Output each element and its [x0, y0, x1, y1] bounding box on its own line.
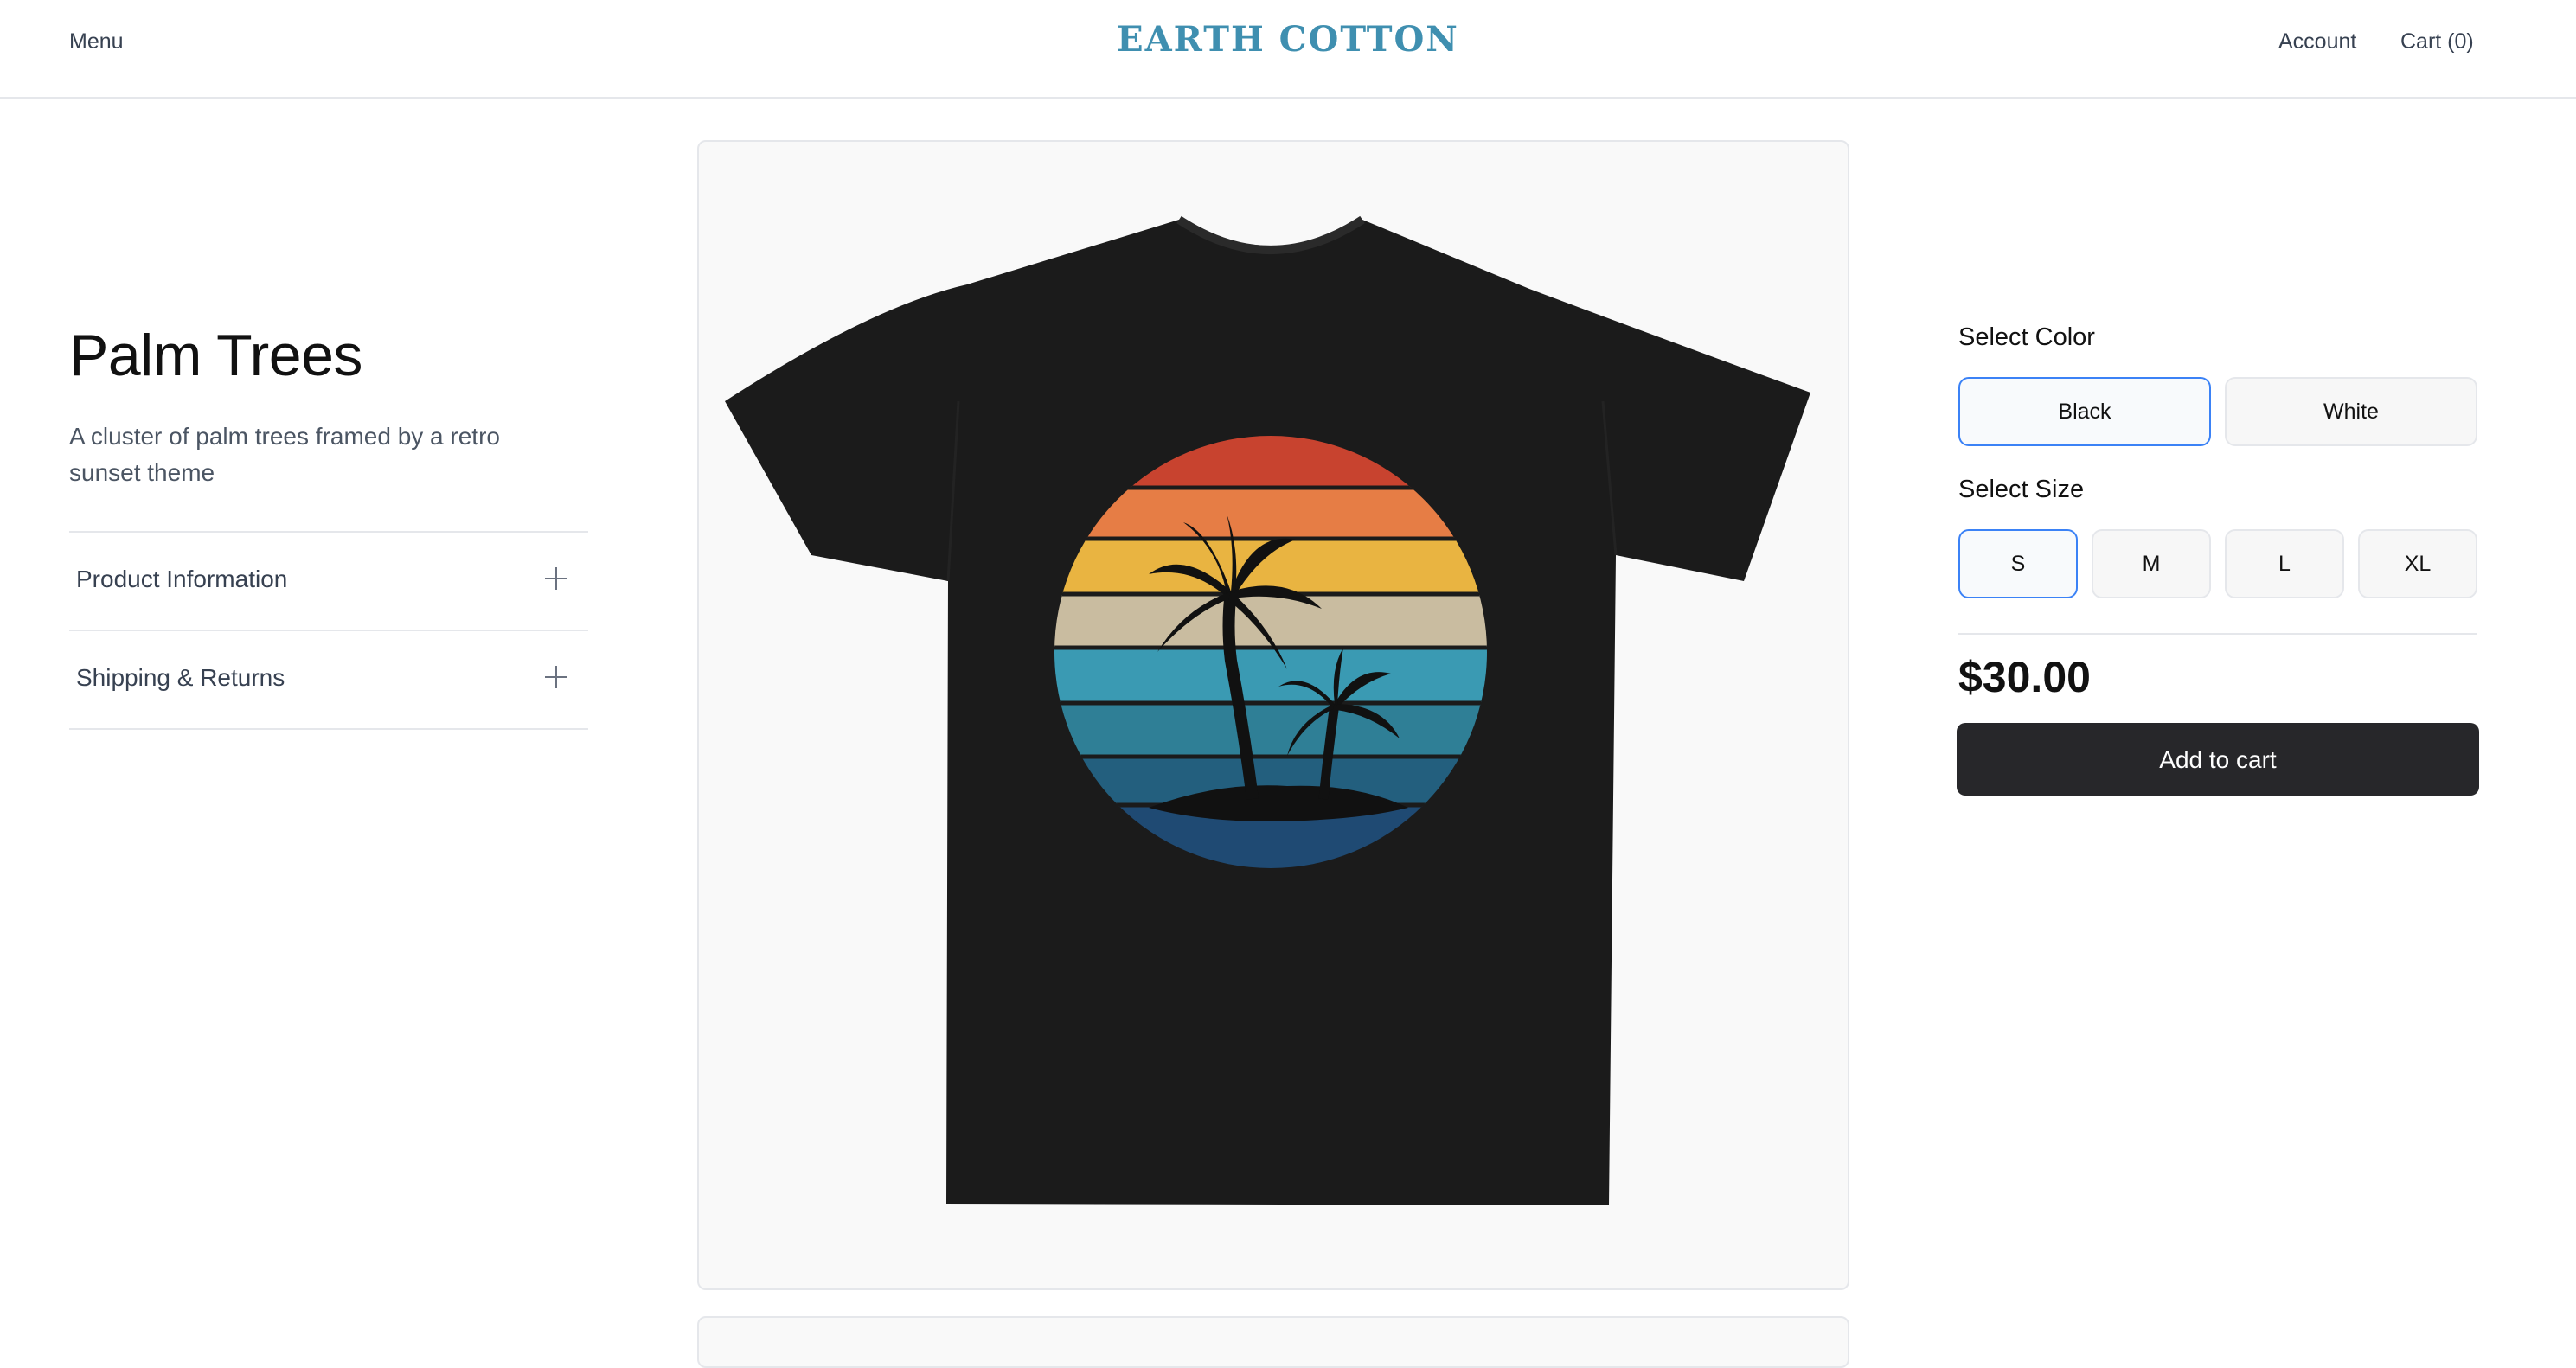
cart-link[interactable]: Cart (0): [2400, 29, 2474, 54]
tshirt-image: [725, 215, 1810, 1205]
accordion-shipping-returns[interactable]: Shipping & Returns: [69, 631, 588, 730]
size-option-xl[interactable]: XL: [2358, 529, 2477, 598]
product-image-card: [697, 140, 1849, 1290]
plus-icon[interactable]: [545, 567, 567, 590]
product-image-card-secondary: [697, 1316, 1849, 1368]
accordion-label: Shipping & Returns: [76, 664, 285, 691]
product-title: Palm Trees: [69, 323, 362, 388]
color-option-black[interactable]: Black: [1958, 377, 2211, 446]
size-option-s[interactable]: S: [1958, 529, 2078, 598]
product-description: A cluster of palm trees framed by a retr…: [69, 423, 500, 486]
options-divider: [1958, 633, 2477, 635]
plus-icon[interactable]: [545, 666, 567, 688]
product-price: $30.00: [1958, 653, 2091, 701]
account-link[interactable]: Account: [2278, 29, 2356, 54]
brand-name[interactable]: EARTH COTTON: [1117, 19, 1459, 60]
select-color-label: Select Color: [1958, 323, 2095, 351]
color-option-white[interactable]: White: [2225, 377, 2477, 446]
brand-logo: EARTH COTTON: [0, 19, 2576, 60]
site-header: Menu EARTH COTTON Account Cart (0): [0, 0, 2576, 99]
add-to-cart-button[interactable]: Add to cart: [1957, 723, 2479, 796]
product-accordion: Product Information Shipping & Returns: [69, 531, 588, 730]
size-option-m[interactable]: M: [2092, 529, 2211, 598]
accordion-label: Product Information: [76, 566, 288, 592]
accordion-product-information[interactable]: Product Information: [69, 533, 588, 631]
select-size-label: Select Size: [1958, 476, 2085, 503]
size-option-l[interactable]: L: [2225, 529, 2344, 598]
